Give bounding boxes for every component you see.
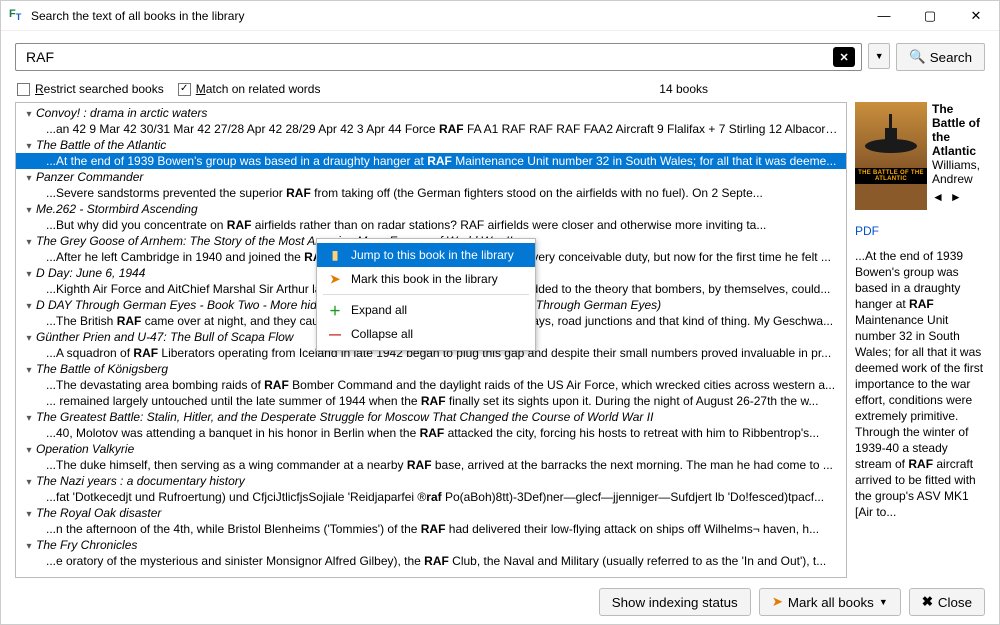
info-panel: THE BATTLE OF THE ATLANTIC The Battle of… bbox=[855, 102, 985, 578]
chevron-down-icon: ▾ bbox=[24, 363, 34, 377]
chevron-down-icon: ▾ bbox=[24, 411, 34, 425]
chevron-down-icon: ▾ bbox=[24, 443, 34, 457]
app-icon: FT bbox=[9, 8, 25, 24]
book-title-row[interactable]: ▾The Greatest Battle: Stalin, Hitler, an… bbox=[16, 409, 846, 425]
pin-icon: ➤ bbox=[772, 594, 783, 610]
search-input[interactable] bbox=[24, 48, 833, 66]
maximize-button[interactable]: ▢ bbox=[907, 1, 953, 30]
plus-icon: ＋ bbox=[327, 302, 343, 319]
menu-jump-to-book[interactable]: ▮ Jump to this book in the library bbox=[317, 243, 535, 267]
search-icon: 🔍 bbox=[909, 49, 926, 65]
chevron-down-icon: ▾ bbox=[24, 507, 34, 521]
cover-band: THE BATTLE OF THE ATLANTIC bbox=[855, 168, 927, 184]
side-book-title: The Battle of the Atlantic bbox=[932, 102, 985, 158]
result-row[interactable]: ...e oratory of the mysterious and sinis… bbox=[16, 553, 846, 569]
minimize-button[interactable]: — bbox=[861, 1, 907, 30]
result-row[interactable]: ...At the end of 1939 Bowen's group was … bbox=[16, 153, 846, 169]
book-title-row[interactable]: ▾Operation Valkyrie bbox=[16, 441, 846, 457]
minus-icon: — bbox=[327, 327, 343, 341]
chevron-down-icon: ▾ bbox=[24, 475, 34, 489]
search-field-wrap: ✕ bbox=[15, 43, 862, 71]
result-count: 14 books bbox=[320, 82, 983, 96]
search-button-label: Search bbox=[930, 50, 972, 65]
book-title-row[interactable]: ▾The Royal Oak disaster bbox=[16, 505, 846, 521]
book-title-row[interactable]: ▾The Fry Chronicles bbox=[16, 537, 846, 553]
side-author: Williams, Andrew bbox=[932, 158, 985, 186]
titlebar: FT Search the text of all books in the l… bbox=[1, 1, 999, 31]
menu-separator bbox=[323, 294, 529, 295]
prev-result-icon[interactable]: ◄ bbox=[932, 190, 944, 204]
preview-text: ...At the end of 1939 Bowen's group was … bbox=[855, 248, 985, 520]
results-tree: ▾Convoy! : drama in arctic waters...an 4… bbox=[15, 102, 847, 578]
chevron-down-icon: ▾ bbox=[24, 139, 34, 153]
window-close-button[interactable]: ✕ bbox=[953, 1, 999, 30]
match-checkbox[interactable]: ✓ bbox=[178, 83, 191, 96]
menu-mark-book[interactable]: ➤ Mark this book in the library bbox=[317, 267, 535, 291]
restrict-label: Restrict searched books bbox=[35, 82, 164, 96]
format-pdf-link[interactable]: PDF bbox=[855, 224, 985, 238]
book-title-row[interactable]: ▾The Nazi years : a documentary history bbox=[16, 473, 846, 489]
next-result-icon[interactable]: ► bbox=[950, 190, 962, 204]
content-area: ✕ ▼ 🔍 Search Restrict searched books ✓ M… bbox=[1, 31, 999, 624]
result-row[interactable]: ...an 42 9 Mar 42 30/31 Mar 42 27/28 Apr… bbox=[16, 121, 846, 137]
menu-expand-all[interactable]: ＋ Expand all bbox=[317, 298, 535, 322]
chevron-down-icon: ▾ bbox=[24, 331, 34, 345]
pin-icon: ➤ bbox=[327, 272, 343, 286]
restrict-checkbox[interactable] bbox=[17, 83, 30, 96]
result-row[interactable]: ...n the afternoon of the 4th, while Bri… bbox=[16, 521, 846, 537]
result-row[interactable]: ...The devastating area bombing raids of… bbox=[16, 377, 846, 393]
indexing-status-button[interactable]: Show indexing status bbox=[599, 588, 751, 616]
window-title: Search the text of all books in the libr… bbox=[31, 9, 861, 23]
close-button[interactable]: ✖ Close bbox=[909, 588, 985, 616]
close-icon: ✖ bbox=[922, 594, 933, 610]
book-title-row[interactable]: ▾The Battle of the Atlantic bbox=[16, 137, 846, 153]
match-checkbox-wrap[interactable]: ✓ Match on related words bbox=[178, 82, 321, 96]
book-title-row[interactable]: ▾Convoy! : drama in arctic waters bbox=[16, 105, 846, 121]
result-row[interactable]: ...The duke himself, then serving as a w… bbox=[16, 457, 846, 473]
window: FT Search the text of all books in the l… bbox=[0, 0, 1000, 625]
search-history-dropdown[interactable]: ▼ bbox=[868, 43, 890, 69]
result-row[interactable]: ...40, Molotov was attending a banquet i… bbox=[16, 425, 846, 441]
mark-all-button[interactable]: ➤ Mark all books ▼ bbox=[759, 588, 901, 616]
menu-collapse-all[interactable]: — Collapse all bbox=[317, 322, 535, 346]
chevron-down-icon: ▼ bbox=[879, 597, 888, 607]
chevron-down-icon: ▾ bbox=[24, 107, 34, 121]
chevron-down-icon: ▾ bbox=[24, 203, 34, 217]
result-row[interactable]: ...Severe sandstorms prevented the super… bbox=[16, 185, 846, 201]
search-button[interactable]: 🔍 Search bbox=[896, 43, 985, 71]
context-menu: ▮ Jump to this book in the library ➤ Mar… bbox=[316, 238, 536, 351]
result-row[interactable]: ...fat 'Dotkecedjt und Rufroertung) und … bbox=[16, 489, 846, 505]
clear-search-icon[interactable]: ✕ bbox=[833, 47, 855, 67]
book-icon: ▮ bbox=[327, 248, 343, 262]
chevron-down-icon: ▾ bbox=[24, 299, 34, 313]
chevron-down-icon: ▾ bbox=[24, 235, 34, 249]
chevron-down-icon: ▾ bbox=[24, 539, 34, 553]
book-title-row[interactable]: ▾Me.262 - Stormbird Ascending bbox=[16, 201, 846, 217]
chevron-down-icon: ▾ bbox=[24, 171, 34, 185]
result-row[interactable]: ...But why did you concentrate on RAF ai… bbox=[16, 217, 846, 233]
book-cover: THE BATTLE OF THE ATLANTIC bbox=[855, 102, 927, 210]
match-label: Match on related words bbox=[196, 82, 321, 96]
book-title-row[interactable]: ▾Panzer Commander bbox=[16, 169, 846, 185]
chevron-down-icon: ▾ bbox=[24, 267, 34, 281]
book-title-row[interactable]: ▾The Battle of Königsberg bbox=[16, 361, 846, 377]
restrict-checkbox-wrap[interactable]: Restrict searched books bbox=[17, 82, 164, 96]
submarine-icon bbox=[855, 102, 927, 166]
result-row[interactable]: ... remained largely untouched until the… bbox=[16, 393, 846, 409]
